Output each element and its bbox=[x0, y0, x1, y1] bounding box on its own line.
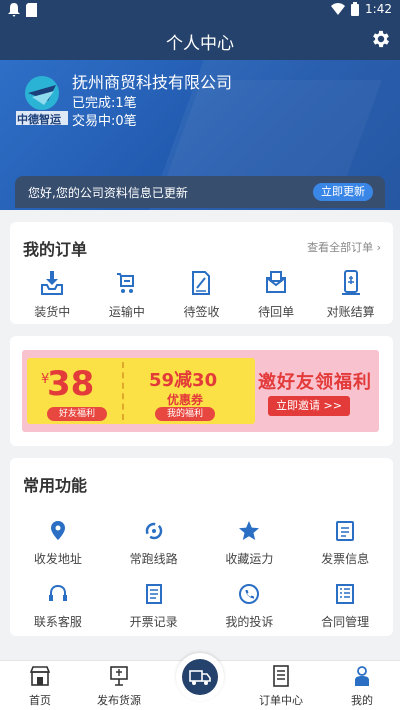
company-logo: 中德智运 bbox=[14, 73, 70, 127]
truck-icon bbox=[189, 670, 211, 685]
route-cycle-icon bbox=[145, 522, 162, 540]
quick-dispatch-button[interactable] bbox=[176, 653, 224, 701]
complaints-button[interactable]: 我的投诉 bbox=[202, 583, 298, 630]
my-orders-card: 我的订单 查看全部订单 › 装货中 运输中 待签收 待回单 对账结算 bbox=[10, 222, 393, 324]
coupon-amount: 38 bbox=[47, 364, 95, 404]
tab-home[interactable]: 首页 bbox=[5, 665, 75, 708]
location-pin-icon bbox=[50, 521, 65, 540]
order-list-icon bbox=[273, 665, 289, 687]
order-loading-button[interactable]: 装货中 bbox=[17, 270, 87, 320]
sign-document-icon bbox=[192, 271, 211, 295]
saved-carriers-button[interactable]: 收藏运力 bbox=[202, 520, 298, 567]
invoice-info-button[interactable]: 发票信息 bbox=[297, 520, 393, 567]
store-icon bbox=[29, 666, 51, 686]
profile-panel: 中德智运 抚州商贸科技有限公司 已完成:1笔 交易中:0笔 您好,您的公司资料信… bbox=[0, 60, 400, 210]
delivery-cart-icon bbox=[116, 273, 134, 293]
update-notice: 您好,您的公司资料信息已更新 立即更新 bbox=[15, 176, 385, 208]
publish-monitor-icon bbox=[110, 666, 128, 686]
notification-bell-icon bbox=[8, 3, 20, 17]
company-name: 抚州商贸科技有限公司 bbox=[72, 73, 233, 92]
banner-headline: 邀好友领福利 bbox=[258, 372, 372, 393]
coupon-ticket: ¥ 38 好友福利 59减30 优惠券 我的福利 bbox=[27, 358, 255, 424]
order-pending-sign-button[interactable]: 待签收 bbox=[166, 270, 236, 320]
settlement-phone-icon bbox=[341, 270, 360, 295]
phone-call-icon bbox=[239, 584, 260, 604]
notice-text: 您好,您的公司资料信息已更新 bbox=[28, 186, 188, 200]
invoice-records-button[interactable]: 开票记录 bbox=[106, 583, 202, 630]
invoice-icon bbox=[336, 521, 355, 541]
logo-text: 中德智运 bbox=[17, 113, 61, 126]
tab-mine[interactable]: 我的 bbox=[327, 665, 397, 708]
functions-title: 常用功能 bbox=[23, 476, 88, 495]
customer-service-button[interactable]: 联系客服 bbox=[10, 583, 106, 630]
tab-publish-cargo[interactable]: 发布货源 bbox=[84, 665, 154, 708]
contracts-button[interactable]: 合同管理 bbox=[297, 583, 393, 630]
battery-icon bbox=[351, 2, 360, 16]
wifi-icon bbox=[331, 3, 346, 15]
common-functions-card: 常用功能 收发地址 常跑线路 收藏运力 发票信息 联系客服 开票记录 我的投诉 bbox=[10, 458, 393, 636]
contract-icon bbox=[336, 584, 355, 604]
friend-benefit-tag: 好友福利 bbox=[47, 407, 107, 421]
my-benefit-tag: 我的福利 bbox=[155, 407, 215, 421]
receipt-envelope-icon bbox=[266, 271, 287, 293]
invite-now-button[interactable]: 立即邀请 >> bbox=[268, 396, 350, 416]
routes-button[interactable]: 常跑线路 bbox=[106, 520, 202, 567]
view-all-orders-link[interactable]: 查看全部订单 › bbox=[307, 239, 381, 255]
page-title: 个人中心 bbox=[166, 34, 234, 54]
app-header: 个人中心 bbox=[0, 20, 400, 60]
sim-card-icon bbox=[26, 3, 37, 17]
status-time: 1:42 bbox=[365, 2, 392, 16]
star-icon bbox=[239, 521, 260, 540]
order-settlement-button[interactable]: 对账结算 bbox=[316, 270, 386, 320]
download-box-icon bbox=[41, 271, 64, 295]
order-transit-button[interactable]: 运输中 bbox=[92, 270, 162, 320]
promo-discount: 59减30 bbox=[149, 370, 218, 391]
tab-order-center[interactable]: 订单中心 bbox=[246, 665, 316, 708]
records-list-icon bbox=[145, 584, 162, 604]
address-button[interactable]: 收发地址 bbox=[10, 520, 106, 567]
invite-friends-banner[interactable]: ¥ 38 好友福利 59减30 优惠券 我的福利 邀好友领福利 立即邀请 >> bbox=[22, 350, 379, 432]
order-pending-return-button[interactable]: 待回单 bbox=[241, 270, 311, 320]
update-now-button[interactable]: 立即更新 bbox=[313, 183, 373, 201]
orders-title: 我的订单 bbox=[23, 240, 88, 259]
completed-count: 已完成:1笔 bbox=[72, 96, 137, 111]
status-bar: 1:42 bbox=[0, 0, 400, 20]
coupon-label: 优惠券 bbox=[167, 393, 204, 407]
headset-icon bbox=[48, 584, 67, 601]
settings-gear-icon[interactable] bbox=[370, 28, 392, 50]
trading-count: 交易中:0笔 bbox=[72, 114, 137, 129]
user-profile-icon bbox=[355, 666, 369, 686]
